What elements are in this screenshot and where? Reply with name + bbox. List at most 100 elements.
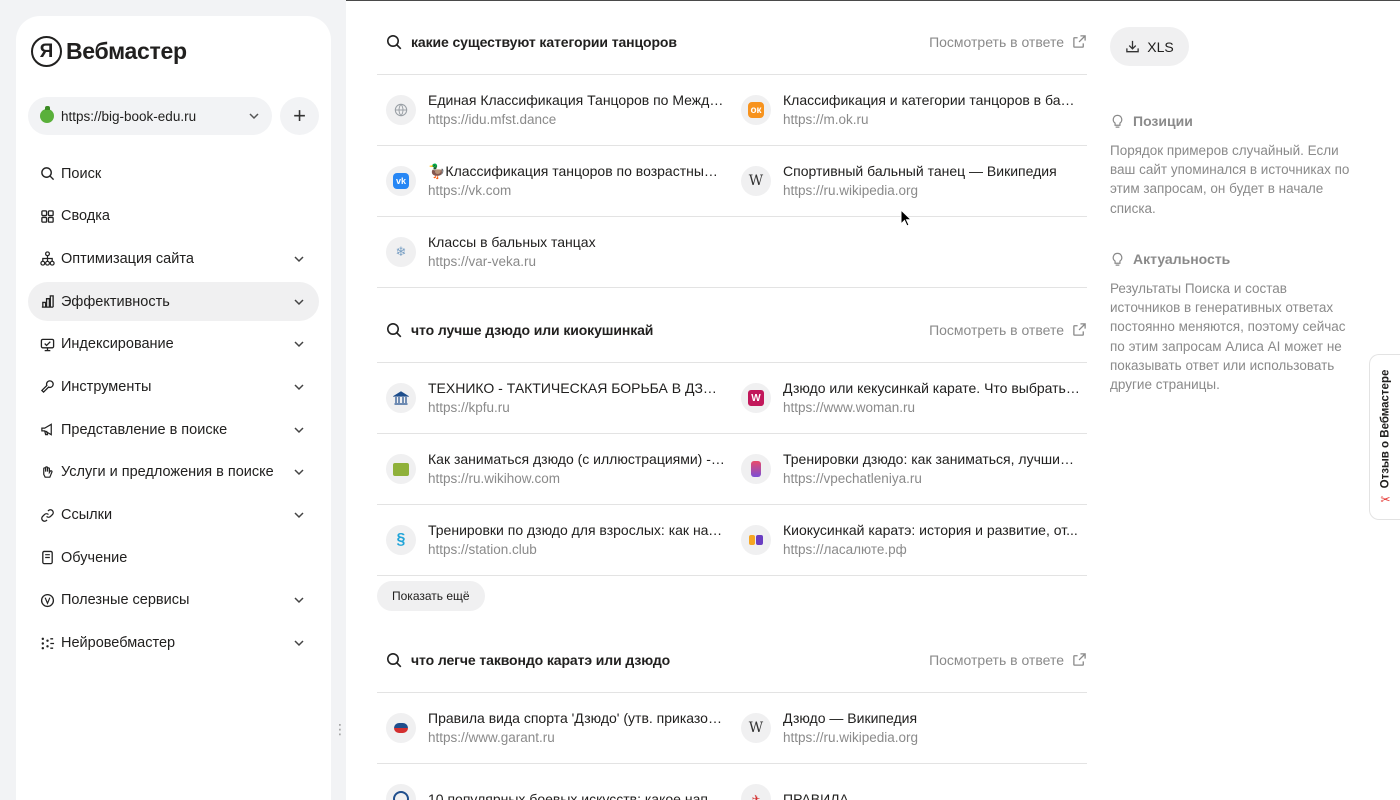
source-item[interactable]: ✈ ПРАВИЛА [732, 764, 1087, 800]
sidebar-item-9[interactable]: Обучение [28, 538, 319, 577]
chart-icon [39, 294, 55, 310]
sidebar-item-label: Нейровебмастер [61, 635, 176, 652]
source-title: 🦆Классификация танцоров по возрастным г.… [428, 163, 725, 179]
sidebar-nav: Поиск Сводка Оптимизация сайта Эффективност… [28, 154, 319, 666]
link-icon [39, 507, 55, 523]
source-item[interactable]: Тренировки дзюдо: как заниматься, лучшие… [732, 434, 1087, 504]
sidebar-item-label: Услуги и предложения в поиске [61, 464, 274, 481]
source-item[interactable]: vk 🦆Классификация танцоров по возрастным … [377, 146, 732, 216]
sidebar-item-label: Полезные сервисы [61, 592, 190, 609]
source-title: Правила вида спорта 'Дзюдо' (утв. приказ… [428, 710, 725, 726]
sidebar: Я Вебмастер https://big-book-edu.ru + По… [16, 16, 331, 800]
view-in-answer-link[interactable]: Посмотреть в ответе [929, 34, 1064, 50]
query-block: что легче таквондо каратэ или дзюдо Посмо… [377, 627, 1087, 800]
source-title: 10 популярных боевых искусств: какое нап… [428, 790, 725, 800]
source-item[interactable]: Правила вида спорта 'Дзюдо' (утв. приказ… [377, 693, 732, 763]
source-item[interactable]: Киокусинкай каратэ: история и развитие, … [732, 505, 1087, 575]
table-row: Единая Классификация Танцоров по Между..… [377, 75, 1087, 146]
sidebar-item-label: Индексирование [61, 336, 174, 353]
source-title: Классификация и категории танцоров в бал… [783, 92, 1080, 108]
app-logo[interactable]: Я Вебмастер [31, 36, 187, 67]
site-url: https://big-book-edu.ru [61, 108, 197, 124]
source-item[interactable]: ❄ Классы в бальных танцах https://var-veka… [377, 217, 732, 287]
xls-download-button[interactable]: XLS [1110, 27, 1189, 66]
wrench-icon [39, 379, 55, 395]
source-title: Спортивный бальный танец — Википедия [783, 163, 1057, 179]
sidebar-item-11[interactable]: Нейровебмастер [28, 624, 319, 663]
sidebar-item-7[interactable]: Услуги и предложения в поиске [28, 453, 319, 492]
view-in-answer-link[interactable]: Посмотреть в ответе [929, 652, 1064, 668]
sidebar-item-label: Инструменты [61, 378, 152, 395]
site-favicon-icon: ок [741, 95, 771, 125]
source-item[interactable]: ок Классификация и категории танцоров в б… [732, 75, 1087, 145]
source-item[interactable]: W Дзюдо или кекусинкай карате. Что выбрат… [732, 363, 1087, 433]
source-url: https://ru.wikihow.com [428, 471, 561, 486]
site-selector[interactable]: https://big-book-edu.ru [28, 97, 272, 135]
source-url: https://www.woman.ru [783, 400, 916, 415]
plus-icon: + [293, 103, 306, 128]
source-item[interactable]: W Дзюдо — Википедия https://ru.wikipedia.o… [732, 693, 1087, 763]
source-url: https://ru.wikipedia.org [783, 730, 919, 745]
sidebar-item-label: Представление в поиске [61, 421, 228, 438]
source-title: Дзюдо — Википедия [783, 710, 918, 726]
app-title: Вебмастер [66, 38, 187, 64]
feedback-tab[interactable]: ✂ Отзыв о Вебмастере [1369, 354, 1400, 520]
table-row: Правила вида спорта 'Дзюдо' (утв. приказ… [377, 693, 1087, 764]
source-item[interactable]: 10 популярных боевых искусств: какое нап… [377, 764, 732, 800]
source-item[interactable]: § Тренировки по дзюдо для взрослых: как н… [377, 505, 732, 575]
chevron-down-icon [293, 381, 305, 393]
megaphone-icon [39, 422, 55, 438]
info-text: Порядок примеров случайный. Если ваш сай… [1110, 143, 1350, 216]
source-item[interactable]: W Спортивный бальный танец — Википедия htt… [732, 146, 1087, 216]
sidebar-item-5[interactable]: Инструменты [28, 367, 319, 406]
sidebar-item-10[interactable]: Полезные сервисы [28, 581, 319, 620]
query-text: какие существуют категории танцоров [411, 33, 677, 50]
source-item[interactable]: Как заниматься дзюдо (с иллюстрациями) -… [377, 434, 732, 504]
sidebar-item-3[interactable]: Эффективность [28, 282, 319, 322]
site-favicon-icon [741, 525, 771, 555]
sidebar-item-1[interactable]: Сводка [28, 197, 319, 236]
feedback-icon: ✂ [1379, 492, 1391, 507]
site-apple-icon [40, 106, 54, 123]
query-header: что лучше дзюдо или киокушинкай Посмотрет… [377, 297, 1087, 363]
sidebar-item-label: Сводка [61, 208, 110, 225]
sidebar-item-8[interactable]: Ссылки [28, 496, 319, 535]
sidebar-item-6[interactable]: Представление в поиске [28, 410, 319, 449]
table-row: vk 🦆Классификация танцоров по возрастным … [377, 146, 1087, 217]
source-title: Тренировки дзюдо: как заниматься, лучшие… [783, 451, 1080, 467]
mouse-cursor-icon [900, 209, 912, 227]
source-item[interactable]: ТЕХНИКО - ТАКТИЧЕСКАЯ БОРЬБА В ДЗЮДО http… [377, 363, 732, 433]
source-title: Тренировки по дзюдо для взрослых: как на… [428, 522, 725, 538]
source-url: https://ru.wikipedia.org [783, 183, 919, 198]
source-url: https://idu.mfst.dance [428, 112, 557, 127]
source-title: Киокусинкай каратэ: история и развитие, … [783, 522, 1078, 538]
source-url: https://var-veka.ru [428, 254, 537, 269]
sidebar-item-4[interactable]: Индексирование [28, 325, 319, 364]
query-block: какие существуют категории танцоров Посмо… [377, 9, 1087, 288]
hand-icon [39, 464, 55, 480]
info-title: Актуальность [1133, 251, 1231, 267]
query-header: какие существуют категории танцоров Посмо… [377, 9, 1087, 75]
source-title: ТЕХНИКО - ТАКТИЧЕСКАЯ БОРЬБА В ДЗЮДО [428, 380, 725, 396]
chevron-down-icon [293, 509, 305, 521]
show-more-button[interactable]: Показать ещё [377, 581, 485, 611]
search-icon [39, 166, 55, 182]
table-row: 10 популярных боевых искусств: какое нап… [377, 764, 1087, 800]
site-favicon-icon [386, 454, 416, 484]
chevron-down-icon [293, 253, 305, 265]
sidebar-item-2[interactable]: Оптимизация сайта [28, 239, 319, 278]
view-in-answer-link[interactable]: Посмотреть в ответе [929, 322, 1064, 338]
source-item[interactable]: Единая Классификация Танцоров по Между..… [377, 75, 732, 145]
chevron-down-icon [248, 110, 260, 122]
source-title: Дзюдо или кекусинкай карате. Что выбрать… [783, 380, 1080, 396]
add-site-button[interactable]: + [280, 97, 319, 135]
search-icon [387, 652, 402, 667]
site-favicon-icon [386, 713, 416, 743]
compass-icon [39, 592, 55, 608]
query-header: что легче таквондо каратэ или дзюдо Посмо… [377, 627, 1087, 693]
table-row: § Тренировки по дзюдо для взрослых: как н… [377, 505, 1087, 576]
source-url: https://kpfu.ru [428, 400, 510, 415]
sidebar-item-0[interactable]: Поиск [28, 154, 319, 193]
sitemap-icon [39, 251, 55, 267]
search-icon [387, 322, 402, 337]
